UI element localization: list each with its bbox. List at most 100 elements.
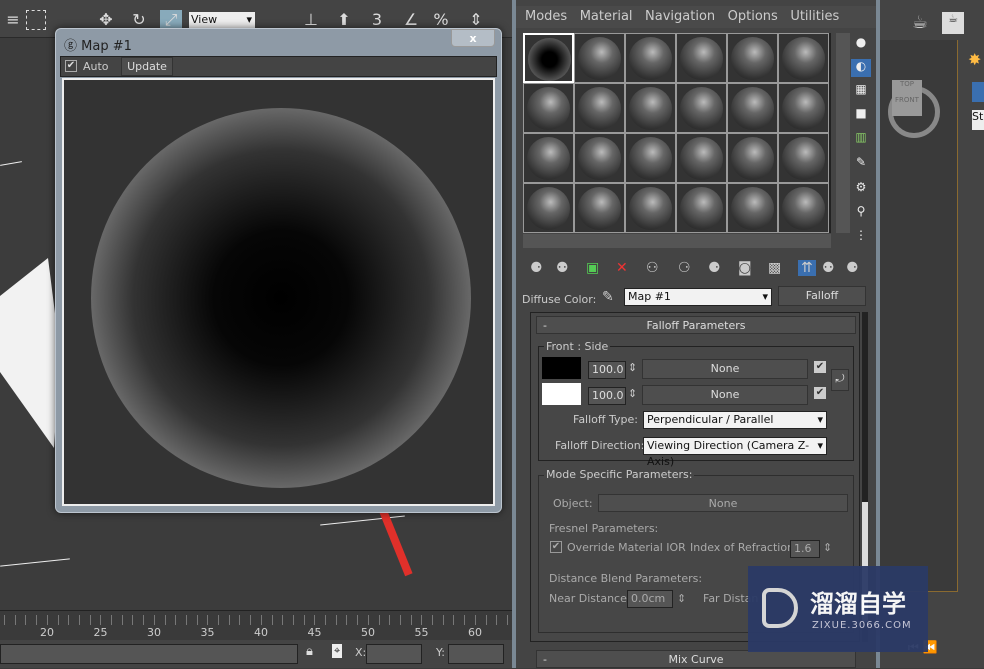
side-color-swatch[interactable] — [542, 383, 581, 405]
spinner-arrows-icon[interactable]: ⇕ — [823, 541, 832, 554]
menu-material[interactable]: Material — [580, 9, 633, 24]
side-amount-spinner[interactable]: 100.0 — [588, 387, 626, 405]
spinner-arrows-icon[interactable]: ⇕ — [628, 387, 637, 400]
sample-slot[interactable] — [676, 33, 727, 83]
assign-material-icon[interactable]: ▣ — [586, 260, 599, 276]
put-to-library-icon[interactable]: ⚈ — [708, 260, 721, 276]
pivot-icon[interactable]: ⊥ — [300, 10, 322, 30]
menu-modes[interactable]: Modes — [525, 9, 567, 24]
lock-icon[interactable]: 🔒︎ — [306, 644, 313, 659]
backlight-icon[interactable]: ◐ — [851, 59, 871, 77]
close-button[interactable]: x — [451, 29, 495, 47]
spinner-snap-icon[interactable]: ⇕ — [465, 10, 487, 30]
sample-slot[interactable] — [676, 83, 727, 133]
copy-material-icon[interactable]: ⚇ — [646, 260, 659, 276]
teapot-icon[interactable]: ☕ — [942, 12, 964, 34]
spinner-arrows-icon[interactable]: ⇕ — [677, 592, 686, 605]
uv-tiling-icon[interactable]: ■ — [851, 106, 871, 124]
override-ior-checkbox[interactable]: ✔ — [550, 541, 562, 553]
ior-spinner[interactable]: 1.6 — [790, 540, 820, 558]
front-map-button[interactable]: None — [642, 359, 808, 379]
sample-slot[interactable] — [727, 133, 778, 183]
viewcube[interactable]: TOP FRONT — [892, 80, 922, 116]
front-color-swatch[interactable] — [542, 357, 581, 379]
put-to-scene-icon[interactable]: ⚉ — [556, 260, 569, 276]
auto-checkbox[interactable]: ✔ — [65, 60, 77, 72]
sample-slot[interactable] — [574, 183, 625, 233]
sample-slot[interactable] — [523, 33, 574, 83]
sample-slot[interactable] — [625, 33, 676, 83]
front-amount-spinner[interactable]: 100.0 — [588, 361, 626, 379]
falloff-type-dropdown[interactable]: Perpendicular / Parallel — [643, 411, 827, 429]
falloff-direction-dropdown[interactable]: Viewing Direction (Camera Z-Axis) — [643, 437, 827, 468]
make-unique-icon[interactable]: ⚆ — [678, 260, 691, 276]
x-coord-field[interactable] — [366, 644, 422, 664]
scale-icon[interactable]: ⤢ — [160, 10, 182, 30]
map-type-button[interactable]: Falloff — [778, 286, 866, 306]
sample-slot[interactable] — [523, 183, 574, 233]
grid-vscrollbar[interactable] — [836, 33, 850, 233]
reference-coord-select[interactable]: View ▾ — [189, 12, 255, 28]
make-preview-icon[interactable]: ✎ — [851, 155, 871, 173]
falloff-parameters-rollout[interactable]: - Falloff Parameters — [536, 316, 856, 334]
create-tab-icon[interactable] — [972, 82, 984, 102]
rotate-icon[interactable]: ↻ — [128, 10, 150, 30]
snap-up-icon[interactable]: ⬆ — [333, 10, 355, 30]
mix-curve-rollout[interactable]: - Mix Curve — [536, 650, 856, 668]
sample-slot[interactable] — [778, 183, 829, 233]
go-forward-sibling-icon[interactable]: ⚈ — [846, 260, 859, 276]
sample-slot[interactable] — [523, 83, 574, 133]
grid-hscrollbar[interactable] — [523, 234, 831, 248]
sample-slot[interactable] — [676, 183, 727, 233]
sun-icon[interactable]: ✸ — [968, 50, 981, 69]
sample-slot[interactable] — [778, 133, 829, 183]
near-distance-spinner[interactable]: 0.0cm — [627, 590, 673, 608]
show-map-icon[interactable]: ▩ — [768, 260, 781, 276]
top-right-viewport[interactable]: TOP FRONT — [880, 40, 958, 592]
material-id-icon[interactable]: ◙ — [738, 260, 752, 276]
object-pick-button[interactable]: None — [598, 494, 848, 512]
sample-slot[interactable] — [625, 83, 676, 133]
update-button[interactable]: Update — [121, 57, 173, 76]
teapot-render-icon[interactable]: ☕ — [912, 12, 928, 33]
move-icon[interactable]: ✥ — [95, 10, 117, 30]
show-end-result-icon[interactable]: ⇈ — [798, 260, 816, 276]
sample-slot[interactable] — [574, 83, 625, 133]
options-icon[interactable]: ⚙ — [851, 180, 871, 198]
sample-slot[interactable] — [727, 183, 778, 233]
side-map-checkbox[interactable]: ✔ — [814, 387, 826, 399]
timeline[interactable]: 20 25 30 35 40 45 50 55 60 — [0, 610, 512, 640]
sample-slot[interactable] — [778, 83, 829, 133]
video-color-check-icon[interactable]: ▥ — [851, 130, 871, 148]
absolute-mode-icon[interactable]: ⌖ — [332, 644, 343, 658]
side-map-button[interactable]: None — [642, 385, 808, 405]
menu-utilities[interactable]: Utilities — [790, 9, 839, 24]
swap-colors-icon[interactable]: ⤾ — [831, 369, 849, 391]
menu-navigation[interactable]: Navigation — [645, 9, 715, 24]
spinner-arrows-icon[interactable]: ⇕ — [628, 361, 637, 374]
snap-toggle[interactable]: 3 — [366, 10, 388, 30]
angle-snap-icon[interactable]: ∠ — [400, 10, 422, 30]
sample-slot[interactable] — [523, 133, 574, 183]
select-by-material-icon[interactable]: ⚲ — [851, 204, 871, 222]
eyedropper-icon[interactable]: ✎ — [602, 289, 614, 305]
front-map-checkbox[interactable]: ✔ — [814, 361, 826, 373]
sample-type-icon[interactable]: ● — [851, 35, 871, 53]
command-field[interactable]: St — [972, 110, 984, 130]
sample-slot[interactable] — [625, 183, 676, 233]
reset-map-icon[interactable]: ✕ — [616, 260, 628, 276]
material-navigator-icon[interactable]: ⋮ — [851, 228, 871, 246]
rect-select-icon[interactable] — [26, 10, 46, 30]
percent-snap[interactable]: % — [430, 10, 452, 30]
go-to-parent-icon[interactable]: ⚉ — [822, 260, 835, 276]
map-name-field[interactable]: Map #1 — [624, 288, 772, 306]
sample-slot[interactable] — [727, 83, 778, 133]
menu-options[interactable]: Options — [728, 9, 778, 24]
sample-slot[interactable] — [625, 133, 676, 183]
sample-slot[interactable] — [574, 33, 625, 83]
background-checker-icon[interactable]: ▦ — [851, 82, 871, 100]
sample-slot[interactable] — [727, 33, 778, 83]
select-list-icon[interactable]: ≡ — [2, 10, 24, 30]
sample-slot[interactable] — [574, 133, 625, 183]
sample-slot[interactable] — [676, 133, 727, 183]
